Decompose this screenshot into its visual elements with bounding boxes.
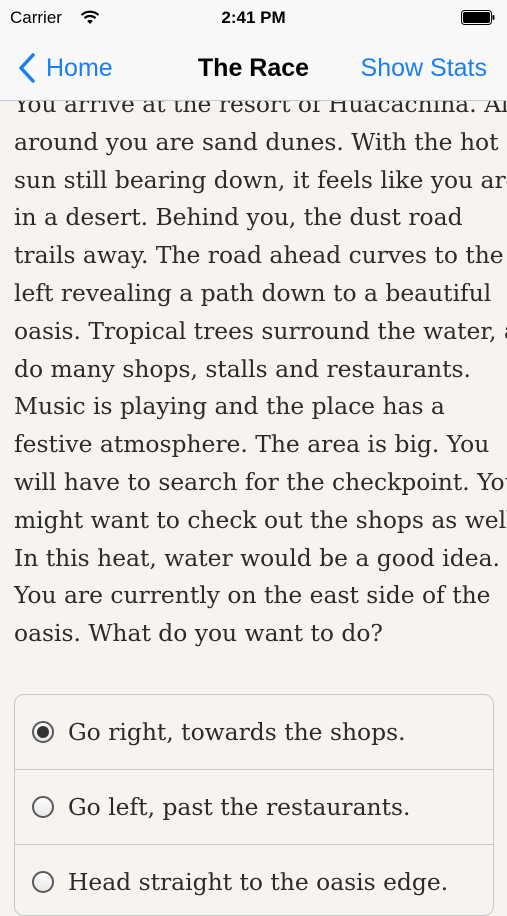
story-line: In this heat, water would be a good idea… xyxy=(14,543,500,572)
status-time: 2:41 PM xyxy=(221,8,286,27)
story-line: will have to search for the checkpoint. … xyxy=(14,467,507,496)
choice-option[interactable]: Head straight to the oasis edge. xyxy=(15,845,493,915)
show-stats-button[interactable]: Show Stats xyxy=(361,54,487,83)
radio-selected-icon[interactable] xyxy=(32,721,54,743)
story-line: festive atmosphere. The area is big. You xyxy=(14,430,490,459)
radio-dot-icon xyxy=(37,726,49,738)
story-line: left revealing a path down to a beautifu… xyxy=(14,278,492,307)
story-line: oasis. What do you want to do? xyxy=(14,619,383,648)
story-line: around you are sand dunes. With the hot xyxy=(14,127,499,156)
story-line: in a desert. Behind you, the dust road xyxy=(14,203,463,232)
radio-unselected-icon[interactable] xyxy=(32,871,54,893)
choice-label: Go right, towards the shops. xyxy=(68,718,406,746)
status-bar: Carrier 2:41 PM xyxy=(0,0,507,36)
story-line: sun still bearing down, it feels like yo… xyxy=(14,165,507,194)
story-line: trails away. The road ahead curves to th… xyxy=(14,241,504,270)
battery-icon xyxy=(461,10,495,25)
choice-option[interactable]: Go left, past the restaurants. xyxy=(15,770,493,845)
choice-option[interactable]: Go right, towards the shops. xyxy=(15,695,493,770)
choice-label: Head straight to the oasis edge. xyxy=(68,868,449,896)
navigation-bar: Home The Race Show Stats xyxy=(0,36,507,101)
story-line: do many shops, stalls and restaurants. xyxy=(14,354,471,383)
choice-list: Go right, towards the shops. Go left, pas… xyxy=(14,694,494,916)
story-line: Music is playing and the place has a xyxy=(14,392,445,421)
story-line: You are currently on the east side of th… xyxy=(14,581,491,610)
choice-label: Go left, past the restaurants. xyxy=(68,793,411,821)
story-line: might want to check out the shops as wel… xyxy=(14,505,507,534)
story-text: You arrive at the resort of Huacachina. … xyxy=(14,86,507,653)
story-line: oasis. Tropical trees surround the water… xyxy=(14,316,507,345)
radio-unselected-icon[interactable] xyxy=(32,796,54,818)
